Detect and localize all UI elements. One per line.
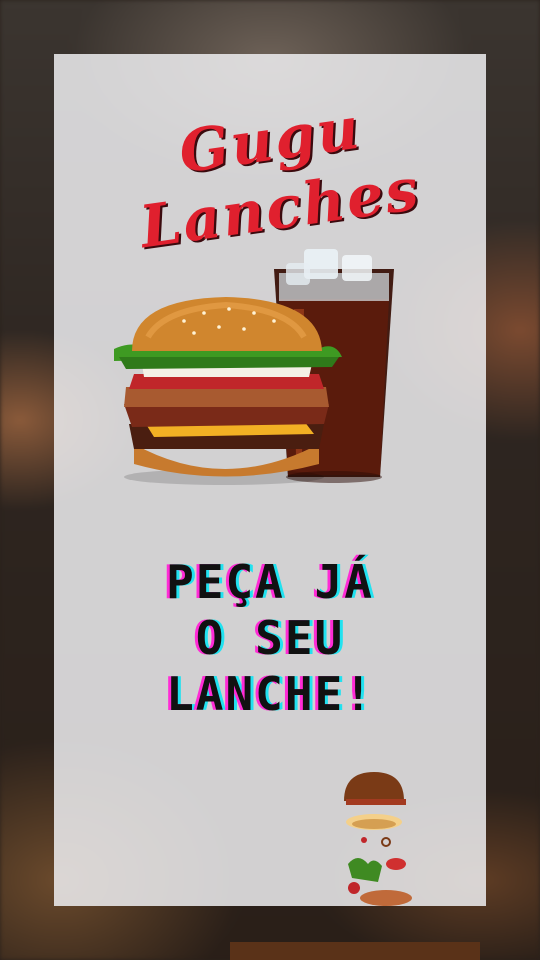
- floating-burger-ingredients-image: [344, 772, 412, 906]
- burger-and-soda-image: [114, 249, 394, 485]
- headline-line3: LANCHE!: [166, 667, 374, 721]
- headline: PEÇA JÁ O SEU LANCHE!: [54, 554, 486, 722]
- cheese-patty-icon: [346, 814, 402, 830]
- headline-line1: PEÇA JÁ: [166, 555, 374, 609]
- promo-card: Gugu Lanches PEÇA JÁ O SEU LANCHE!: [54, 54, 486, 906]
- headline-line2: O SEU: [195, 611, 345, 665]
- bottom-bun-icon: [348, 882, 412, 906]
- lettuce-icon: [348, 858, 382, 882]
- burger-icon: [114, 297, 342, 485]
- top-bun-icon: [344, 772, 406, 805]
- wooden-board: [230, 942, 480, 960]
